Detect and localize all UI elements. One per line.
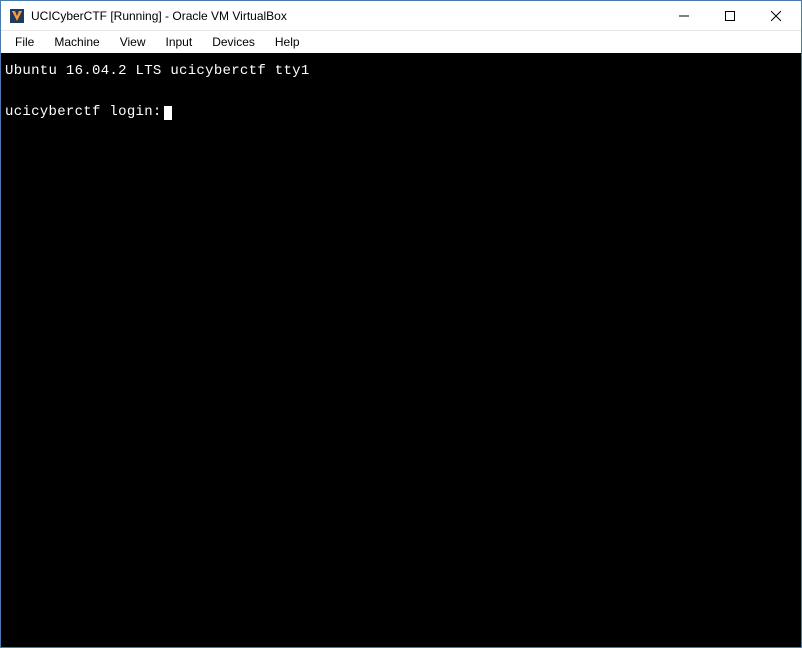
maximize-button[interactable]	[707, 1, 753, 30]
menu-devices[interactable]: Devices	[202, 33, 265, 51]
menu-view[interactable]: View	[110, 33, 156, 51]
menubar: File Machine View Input Devices Help	[1, 31, 801, 53]
minimize-button[interactable]	[661, 1, 707, 30]
menu-machine[interactable]: Machine	[44, 33, 109, 51]
window-title: UCICyberCTF [Running] - Oracle VM Virtua…	[31, 9, 661, 23]
terminal-cursor	[164, 106, 172, 120]
terminal-banner: Ubuntu 16.04.2 LTS ucicyberctf tty1	[5, 61, 797, 81]
menu-file[interactable]: File	[5, 33, 44, 51]
menu-input[interactable]: Input	[156, 33, 203, 51]
terminal-login-prompt: ucicyberctf login:	[5, 102, 797, 122]
window-controls	[661, 1, 799, 30]
close-button[interactable]	[753, 1, 799, 30]
virtualbox-icon	[9, 8, 25, 24]
titlebar: UCICyberCTF [Running] - Oracle VM Virtua…	[1, 1, 801, 31]
menu-help[interactable]: Help	[265, 33, 310, 51]
terminal-blank	[5, 81, 797, 101]
terminal-console[interactable]: Ubuntu 16.04.2 LTS ucicyberctf tty1 ucic…	[1, 53, 801, 647]
